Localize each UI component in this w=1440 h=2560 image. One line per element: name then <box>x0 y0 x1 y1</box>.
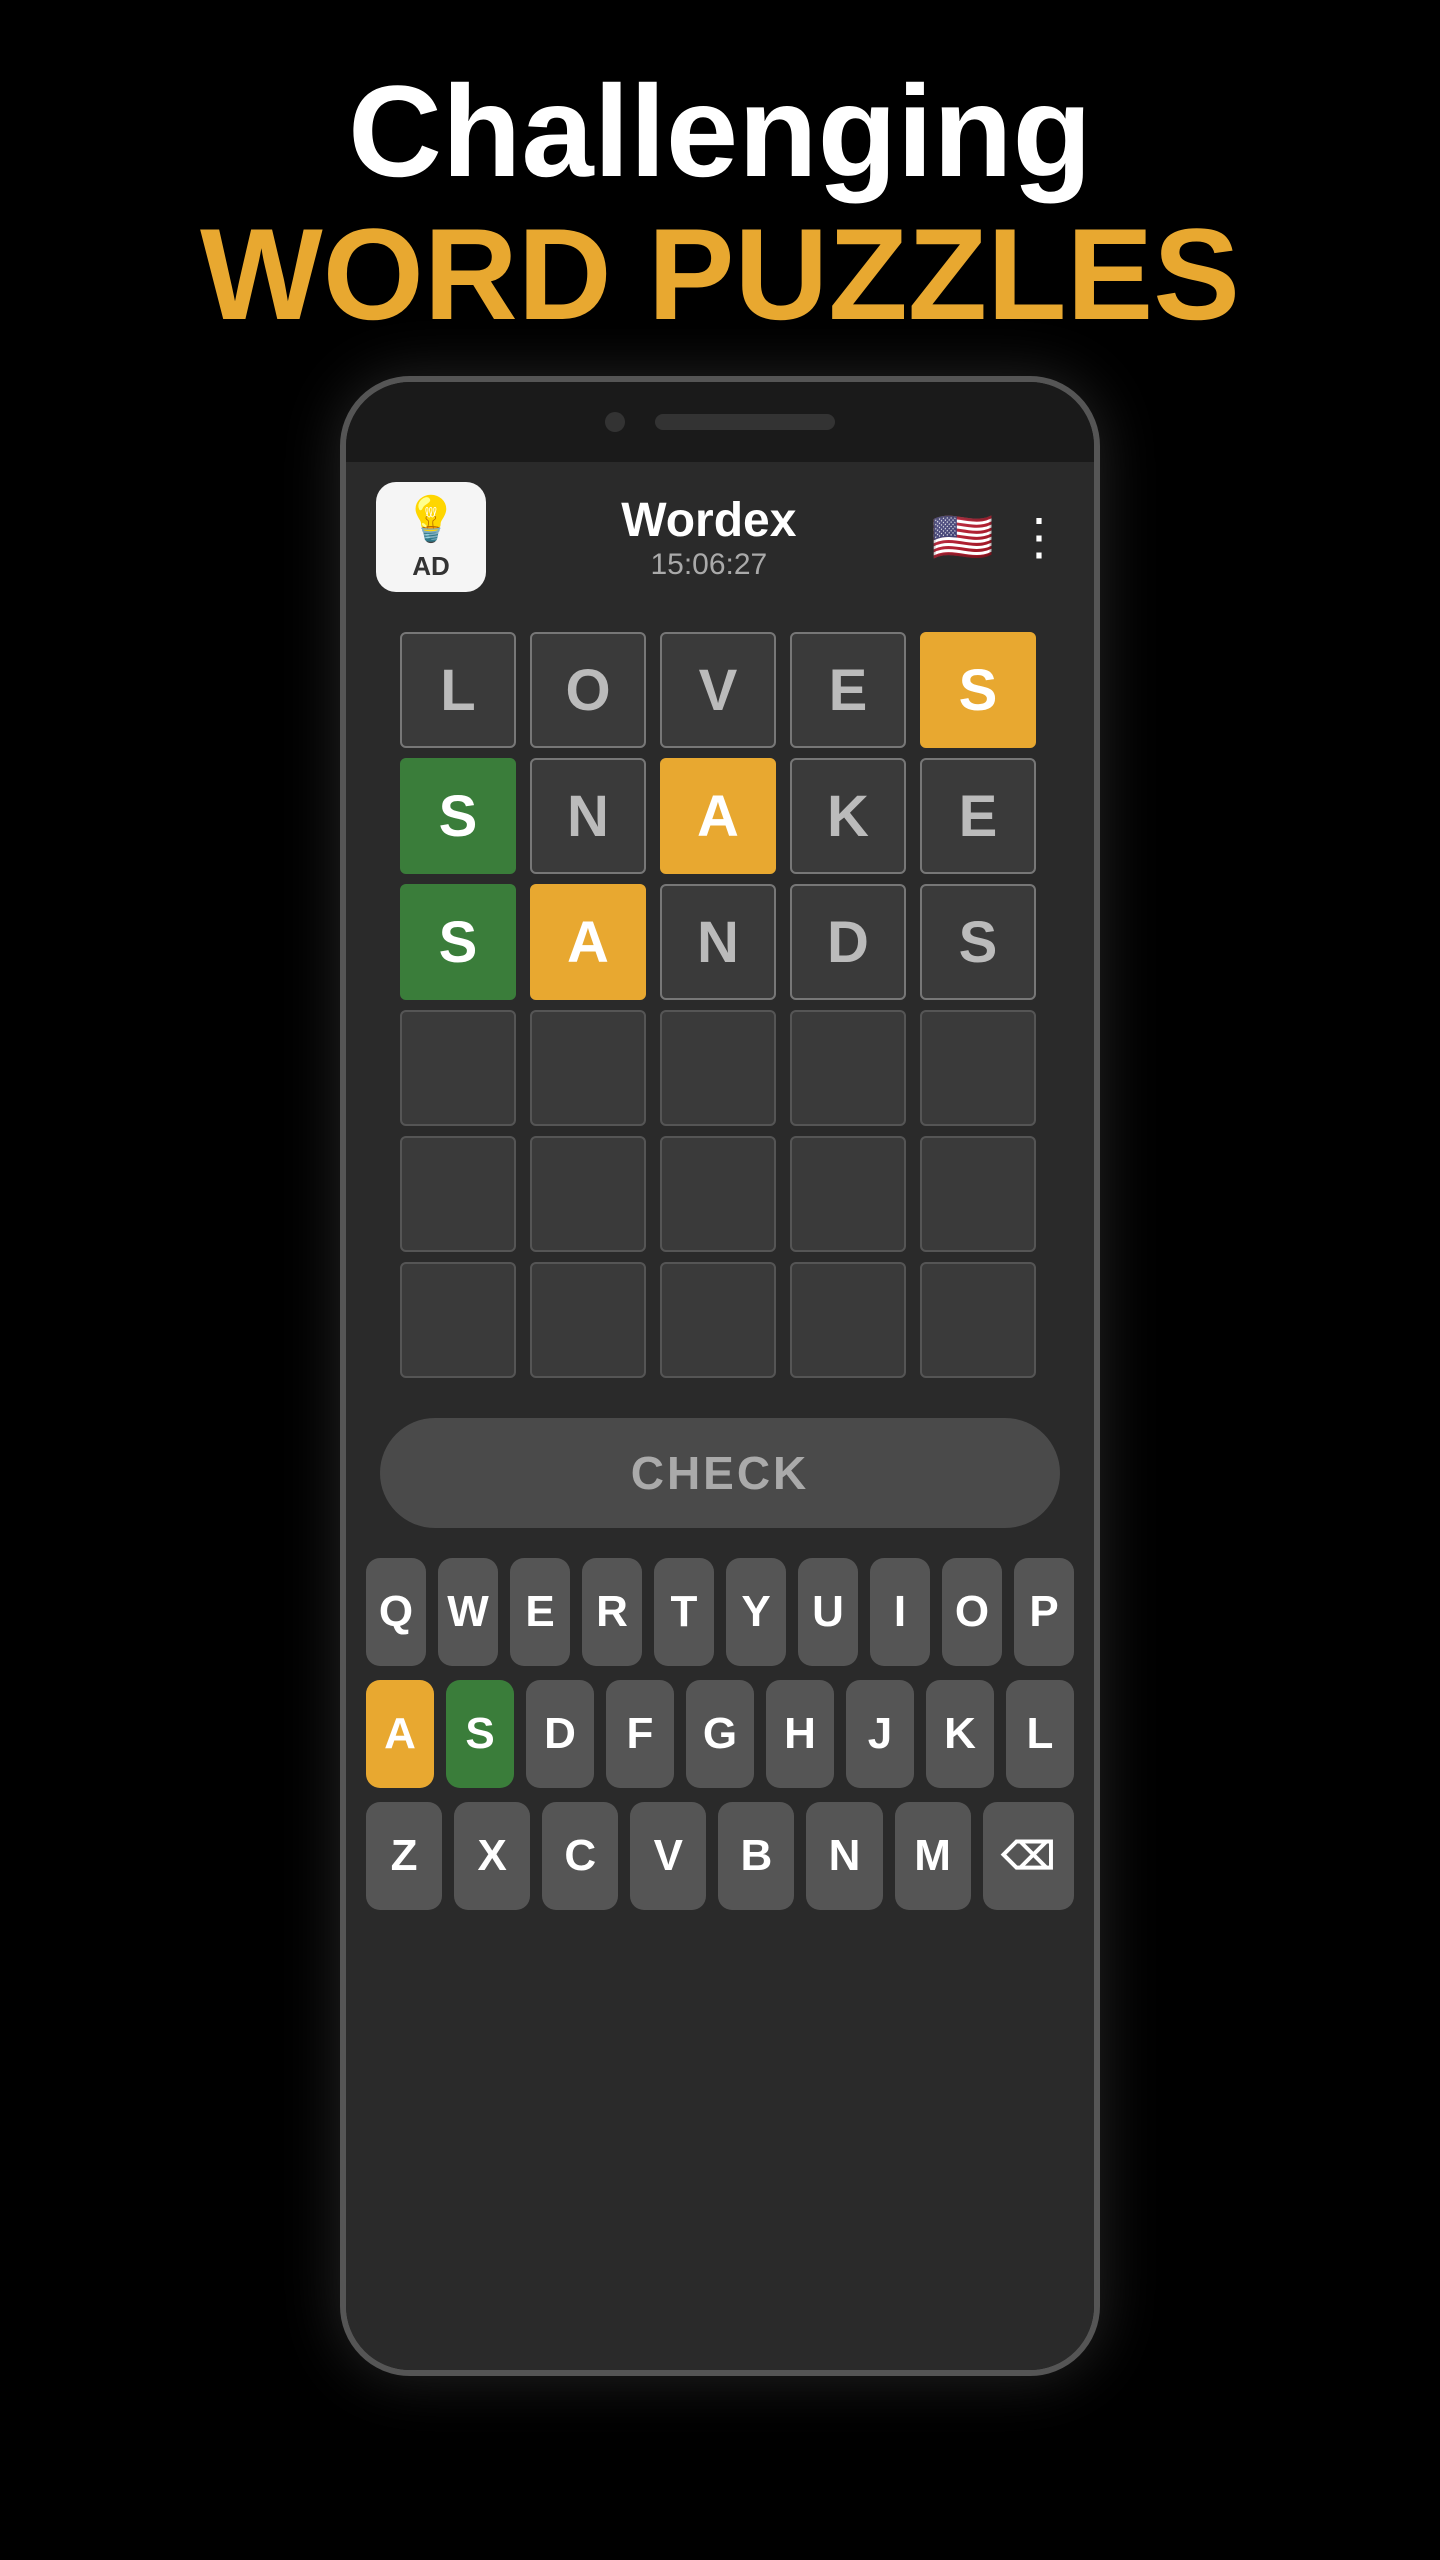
grid-cell-r4-c0 <box>400 1136 516 1252</box>
key-H[interactable]: H <box>766 1680 834 1788</box>
key-P[interactable]: P <box>1014 1558 1074 1666</box>
bulb-icon: 💡 <box>404 493 459 545</box>
menu-dots-button[interactable]: ⋮ <box>1014 508 1064 566</box>
grid-cell-r5-c1 <box>530 1262 646 1378</box>
app-timer: 15:06:27 <box>621 548 796 582</box>
grid-cell-r4-c2 <box>660 1136 776 1252</box>
ad-button[interactable]: 💡 AD <box>376 482 486 592</box>
grid-cell-r5-c2 <box>660 1262 776 1378</box>
key-S[interactable]: S <box>446 1680 514 1788</box>
key-G[interactable]: G <box>686 1680 754 1788</box>
key-Y[interactable]: Y <box>726 1558 786 1666</box>
key-J[interactable]: J <box>846 1680 914 1788</box>
keyboard-row-2: ASDFGHJKL <box>366 1680 1074 1788</box>
key-Z[interactable]: Z <box>366 1802 442 1910</box>
grid-cell-r1-c4: E <box>920 758 1036 874</box>
grid-cell-r2-c2: N <box>660 884 776 1000</box>
key-I[interactable]: I <box>870 1558 930 1666</box>
grid-cell-r0-c3: E <box>790 632 906 748</box>
key-B[interactable]: B <box>718 1802 794 1910</box>
grid-cell-r3-c4 <box>920 1010 1036 1126</box>
grid-cell-r3-c3 <box>790 1010 906 1126</box>
app-header-icons: 🇺🇸 ⋮ <box>932 508 1064 567</box>
key-T[interactable]: T <box>654 1558 714 1666</box>
title-challenging: Challenging <box>200 60 1240 203</box>
key-F[interactable]: F <box>606 1680 674 1788</box>
key-M[interactable]: M <box>895 1802 971 1910</box>
phone-screen: 💡 AD Wordex 15:06:27 🇺🇸 ⋮ LOVESSNAKESAND… <box>346 462 1094 2370</box>
app-header: 💡 AD Wordex 15:06:27 🇺🇸 ⋮ <box>346 462 1094 612</box>
grid-cell-r0-c4: S <box>920 632 1036 748</box>
key-D[interactable]: D <box>526 1680 594 1788</box>
keyboard-row-1: QWERTYUIOP <box>366 1558 1074 1666</box>
grid-cell-r2-c3: D <box>790 884 906 1000</box>
grid-cell-r3-c0 <box>400 1010 516 1126</box>
grid-cell-r3-c2 <box>660 1010 776 1126</box>
key-V[interactable]: V <box>630 1802 706 1910</box>
ad-label: AD <box>412 551 450 582</box>
key-X[interactable]: X <box>454 1802 530 1910</box>
key-U[interactable]: U <box>798 1558 858 1666</box>
grid-cell-r1-c1: N <box>530 758 646 874</box>
header-section: Challenging WORD PUZZLES <box>200 60 1240 346</box>
check-button[interactable]: CHECK <box>380 1418 1060 1528</box>
phone-side-button <box>1094 782 1100 902</box>
title-word-puzzles: WORD PUZZLES <box>200 203 1240 346</box>
grid-cell-r0-c0: L <box>400 632 516 748</box>
key-Q[interactable]: Q <box>366 1558 426 1666</box>
key-N[interactable]: N <box>806 1802 882 1910</box>
flag-icon: 🇺🇸 <box>932 508 994 567</box>
keyboard: QWERTYUIOP ASDFGHJKL ZXCVBNM⌫ <box>346 1548 1094 1920</box>
keyboard-row-3: ZXCVBNM⌫ <box>366 1802 1074 1910</box>
grid-cell-r1-c2: A <box>660 758 776 874</box>
key-C[interactable]: C <box>542 1802 618 1910</box>
key-L[interactable]: L <box>1006 1680 1074 1788</box>
key-⌫[interactable]: ⌫ <box>983 1802 1074 1910</box>
grid-cell-r0-c2: V <box>660 632 776 748</box>
grid-cell-r4-c1 <box>530 1136 646 1252</box>
app-title: Wordex <box>621 493 796 548</box>
grid-cell-r4-c4 <box>920 1136 1036 1252</box>
key-O[interactable]: O <box>942 1558 1002 1666</box>
phone-camera <box>605 412 625 432</box>
phone-top <box>346 382 1094 462</box>
grid-cell-r2-c4: S <box>920 884 1036 1000</box>
grid-cell-r2-c0: S <box>400 884 516 1000</box>
key-E[interactable]: E <box>510 1558 570 1666</box>
grid-cell-r2-c1: A <box>530 884 646 1000</box>
phone-speaker <box>655 414 835 430</box>
key-R[interactable]: R <box>582 1558 642 1666</box>
grid-cell-r5-c4 <box>920 1262 1036 1378</box>
key-A[interactable]: A <box>366 1680 434 1788</box>
grid-cell-r5-c0 <box>400 1262 516 1378</box>
grid-cell-r0-c1: O <box>530 632 646 748</box>
app-title-section: Wordex 15:06:27 <box>621 493 796 582</box>
phone-frame: 💡 AD Wordex 15:06:27 🇺🇸 ⋮ LOVESSNAKESAND… <box>340 376 1100 2376</box>
grid-cell-r3-c1 <box>530 1010 646 1126</box>
grid-cell-r1-c3: K <box>790 758 906 874</box>
game-grid: LOVESSNAKESANDS <box>380 612 1060 1398</box>
grid-cell-r1-c0: S <box>400 758 516 874</box>
grid-cell-r4-c3 <box>790 1136 906 1252</box>
key-K[interactable]: K <box>926 1680 994 1788</box>
key-W[interactable]: W <box>438 1558 498 1666</box>
grid-cell-r5-c3 <box>790 1262 906 1378</box>
